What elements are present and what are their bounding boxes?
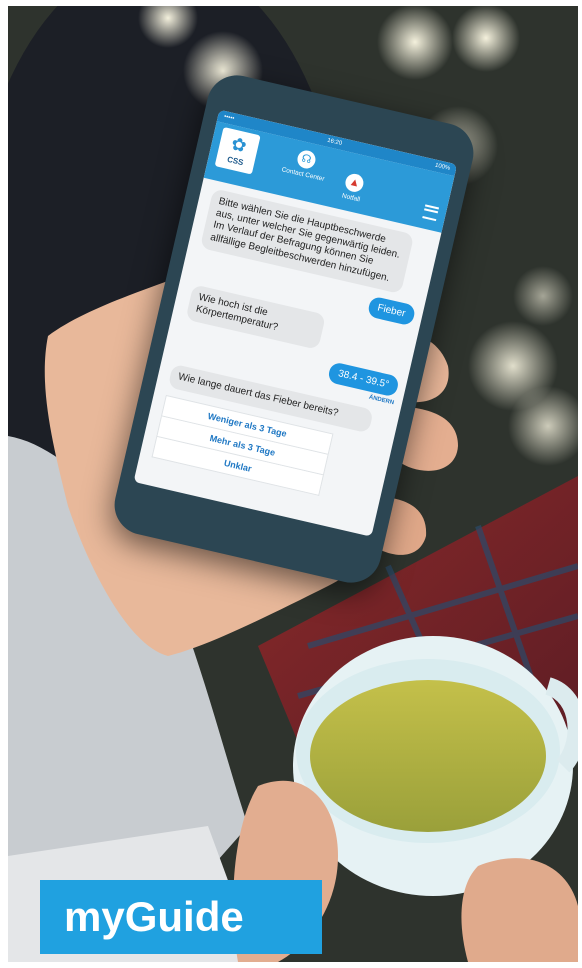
contact-center-button[interactable]: ☊ Contact Center [275, 144, 336, 184]
bokeh-light [513, 266, 573, 326]
battery-status: 100% [434, 162, 451, 172]
signal-icon: ••••• [223, 113, 235, 123]
status-time: 16:20 [326, 137, 343, 147]
siren-icon: ▲ [343, 172, 366, 194]
hamburger-icon[interactable] [422, 204, 440, 222]
contact-center-label: Contact Center [280, 166, 326, 183]
user-message: Fieber [366, 295, 417, 327]
logo-text: CSS [226, 154, 245, 168]
app-logo[interactable]: ✿ CSS [214, 126, 261, 175]
tea-surface [310, 680, 546, 832]
brand-badge: myGuide [40, 880, 322, 954]
bokeh-light [377, 6, 453, 80]
bot-message: Wie hoch ist die Körpertemperatur? [185, 283, 327, 351]
notfall-button[interactable]: ▲ Notfall [331, 170, 376, 206]
lotus-icon: ✿ [229, 133, 249, 157]
photo-frame: ••••• 16:20 100% ✿ CSS ☊ Contact Center … [8, 6, 578, 962]
headset-icon: ☊ [295, 148, 318, 171]
notfall-label: Notfall [341, 192, 361, 204]
bokeh-light [452, 6, 520, 72]
